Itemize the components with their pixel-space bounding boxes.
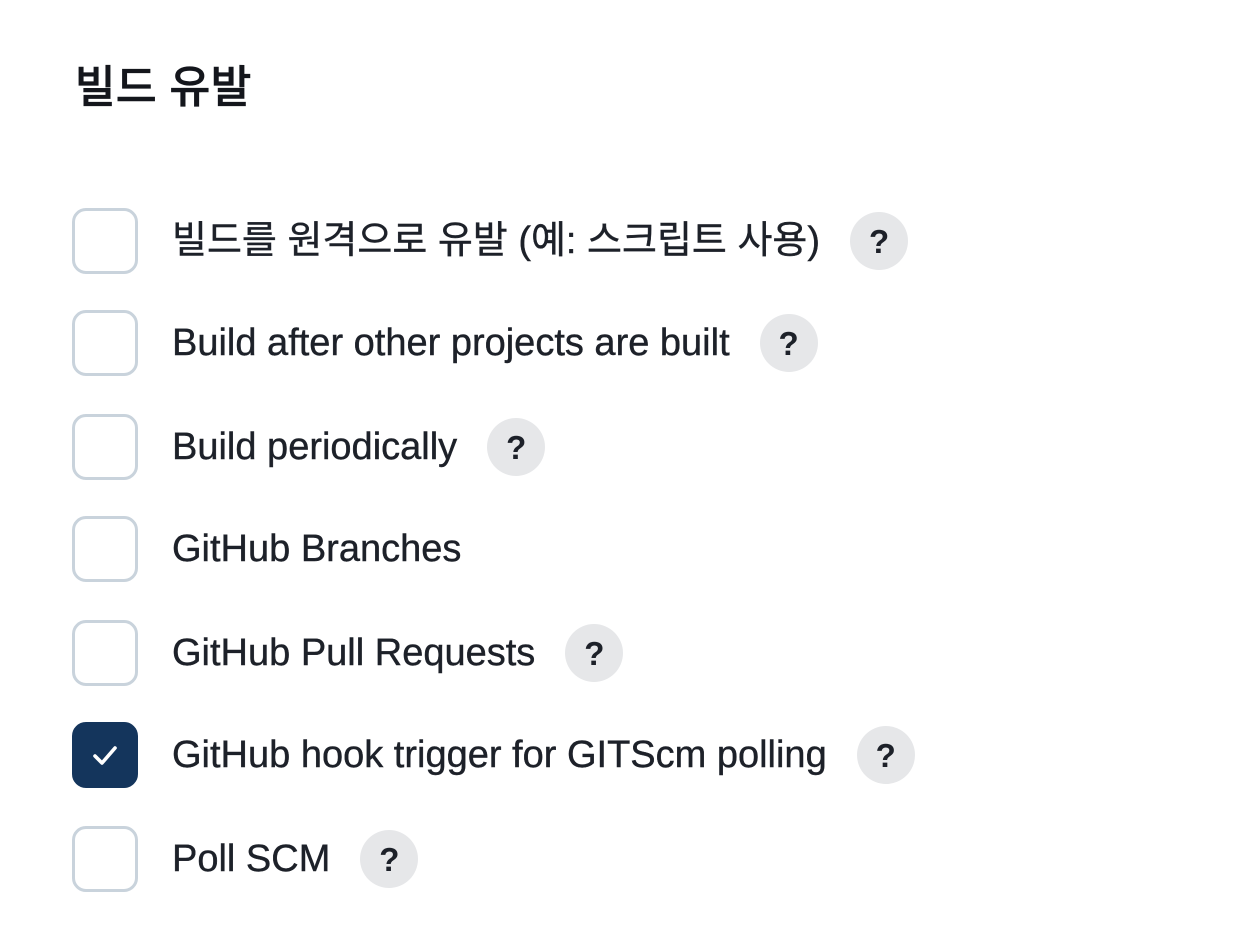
poll-scm-label[interactable]: Poll SCM [172,834,331,884]
option-build-periodically: Build periodically ? [72,414,546,480]
help-icon[interactable]: ? [487,418,546,476]
help-icon[interactable]: ? [850,212,909,270]
github-pull-requests-checkbox[interactable] [72,620,138,686]
option-trigger-remotely: 빌드를 원격으로 유발 (예: 스크립트 사용) ? [72,208,909,274]
option-build-after-other-projects: Build after other projects are built ? [72,310,818,376]
trigger-remotely-checkbox[interactable] [72,208,138,274]
option-github-pull-requests: GitHub Pull Requests ? [72,620,624,686]
help-icon[interactable]: ? [759,314,818,372]
help-icon[interactable]: ? [360,830,419,888]
option-poll-scm: Poll SCM ? [72,826,419,892]
github-hook-trigger-label[interactable]: GitHub hook trigger for GITScm polling [172,730,827,780]
checkmark-icon [93,746,117,765]
help-icon[interactable]: ? [565,624,624,682]
poll-scm-checkbox[interactable] [72,826,138,892]
build-periodically-label[interactable]: Build periodically [172,422,458,472]
github-branches-label[interactable]: GitHub Branches [172,524,462,574]
help-icon[interactable]: ? [856,726,915,784]
github-branches-checkbox[interactable] [72,516,138,582]
build-after-other-projects-label[interactable]: Build after other projects are built [172,318,730,368]
build-periodically-checkbox[interactable] [72,414,138,480]
trigger-remotely-label[interactable]: 빌드를 원격으로 유발 (예: 스크립트 사용) [172,216,820,266]
option-github-hook-trigger: GitHub hook trigger for GITScm polling ? [72,722,915,788]
build-after-other-projects-checkbox[interactable] [72,310,138,376]
github-pull-requests-label[interactable]: GitHub Pull Requests [172,628,536,678]
section-title: 빌드 유발 [75,63,252,112]
github-hook-trigger-checkbox[interactable] [72,722,138,788]
option-github-branches: GitHub Branches [72,516,462,582]
